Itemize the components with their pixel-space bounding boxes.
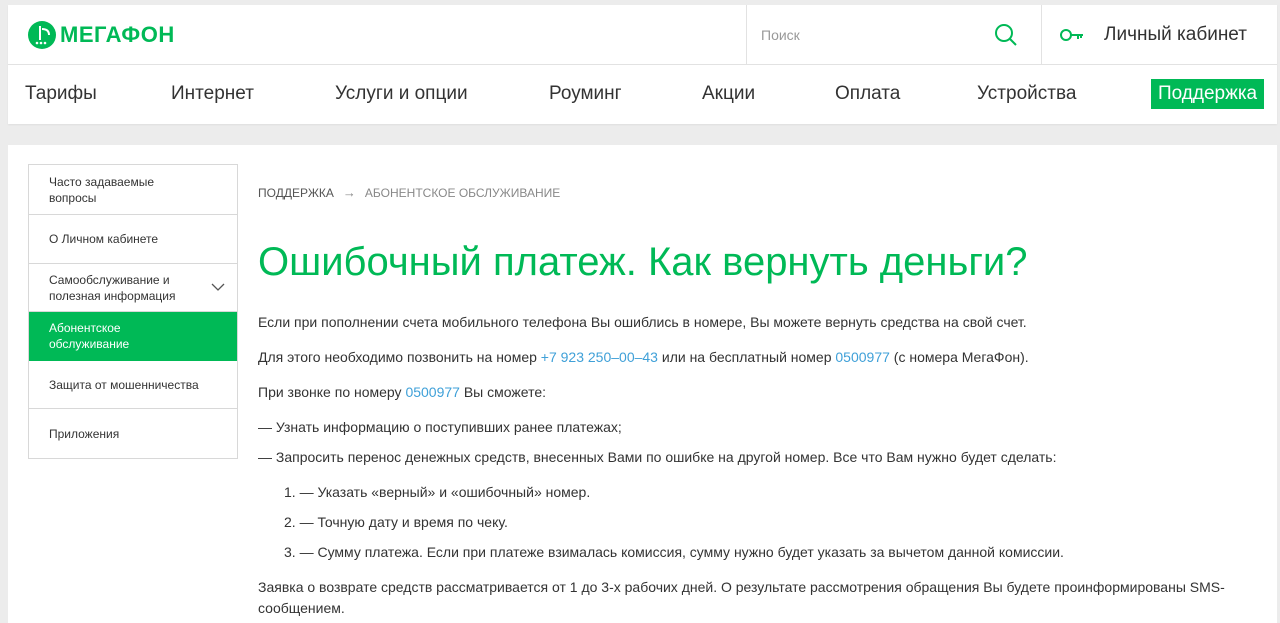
arrow-right-icon: →: [342, 185, 356, 200]
breadcrumb-support[interactable]: ПОДДЕРЖКА: [258, 186, 334, 200]
sidebar-item-subscriber-service[interactable]: Абонентское обслуживание: [29, 312, 237, 361]
sidebar-item-fraud-protection[interactable]: Защита от мошенничества: [29, 361, 237, 409]
personal-cabinet-link[interactable]: Личный кабинет: [1060, 5, 1247, 64]
search-box: [746, 5, 1042, 64]
content-area: Часто задаваемые вопросы О Личном кабине…: [8, 145, 1277, 623]
phone-link-free[interactable]: 0500977: [835, 349, 890, 365]
support-sidebar: Часто задаваемые вопросы О Личном кабине…: [28, 164, 238, 459]
sidebar-item-label: Абонентское обслуживание: [49, 321, 130, 351]
top-bar: МЕГАФОН Личный кабинет: [8, 5, 1277, 65]
sidebar-item-personal-cabinet[interactable]: О Личном кабинете: [29, 215, 237, 264]
paragraph-call-numbers: Для этого необходимо позвонить на номер …: [258, 347, 1029, 368]
list-item: — Узнать информацию о поступивших ранее …: [258, 419, 622, 435]
nav-item-services[interactable]: Услуги и опции: [335, 83, 468, 105]
numbered-item: 3. — Сумму платежа. Если при платеже взи…: [284, 544, 1064, 560]
nav-item-tariffs[interactable]: Тарифы: [25, 83, 97, 105]
key-icon: [1060, 28, 1083, 41]
paragraph-intro: Если при пополнении счета мобильного тел…: [258, 314, 1027, 330]
sidebar-item-label: О Личном кабинете: [49, 232, 159, 246]
logo-text: МЕГАФОН: [60, 22, 175, 47]
text-segment: Вы сможете:: [459, 384, 547, 400]
text-segment: Для этого необходимо позвонить на номер: [258, 349, 541, 365]
sidebar-item-label: Самообслуживание и полезная информация: [49, 272, 176, 303]
site-header: МЕГАФОН Личный кабинет Тарифы Интернет У…: [8, 5, 1277, 124]
main-nav: Тарифы Интернет Услуги и опции Роуминг А…: [8, 65, 1277, 124]
megafon-logo[interactable]: МЕГАФОН: [28, 20, 175, 50]
numbered-item: 2. — Точную дату и время по чеку.: [284, 514, 508, 530]
phone-link-main[interactable]: +7 923 250–00–43: [541, 349, 658, 365]
search-icon[interactable]: [993, 22, 1019, 48]
numbered-item: 1. — Указать «верный» и «ошибочный» номе…: [284, 484, 591, 500]
nav-item-internet[interactable]: Интернет: [171, 83, 254, 105]
text-segment: или на бесплатный номер: [657, 349, 836, 365]
list-item: — Запросить перенос денежных средств, вн…: [258, 449, 1057, 465]
sidebar-item-faq[interactable]: Часто задаваемые вопросы: [29, 165, 237, 215]
sidebar-item-apps[interactable]: Приложения: [29, 409, 237, 458]
text-segment: При звонке по номеру: [258, 384, 406, 400]
megafon-logo-icon: [28, 21, 56, 49]
sidebar-item-label: Защита от мошенничества: [49, 377, 199, 392]
sidebar-item-self-service[interactable]: Самообслуживание и полезная информация: [29, 264, 237, 312]
phone-link-free-2[interactable]: 0500977: [405, 384, 460, 400]
text-segment: (с номера МегаФон).: [889, 349, 1029, 365]
breadcrumb-subscriber-service[interactable]: АБОНЕНТСКОЕ ОБСЛУЖИВАНИЕ: [365, 186, 560, 200]
nav-item-roaming[interactable]: Роуминг: [549, 83, 622, 105]
personal-cabinet-label: Личный кабинет: [1104, 23, 1247, 45]
nav-item-support[interactable]: Поддержка: [1151, 79, 1265, 109]
breadcrumb: ПОДДЕРЖКА → АБОНЕНТСКОЕ ОБСЛУЖИВАНИЕ: [258, 185, 560, 200]
sidebar-item-label: Приложения: [49, 426, 120, 441]
paragraph-result: Заявка о возврате средств рассматриваетс…: [258, 579, 1225, 616]
nav-item-devices[interactable]: Устройства: [977, 83, 1076, 105]
chevron-down-icon[interactable]: [211, 280, 225, 294]
nav-item-payment[interactable]: Оплата: [835, 83, 900, 105]
sidebar-item-label: Часто задаваемые вопросы: [49, 174, 155, 205]
paragraph-call-options: При звонке по номеру 0500977 Вы сможете:: [258, 382, 546, 403]
page-title: Ошибочный платеж. Как вернуть деньги?: [258, 240, 1028, 284]
nav-item-promotions[interactable]: Акции: [702, 83, 755, 105]
search-input[interactable]: [759, 23, 983, 47]
